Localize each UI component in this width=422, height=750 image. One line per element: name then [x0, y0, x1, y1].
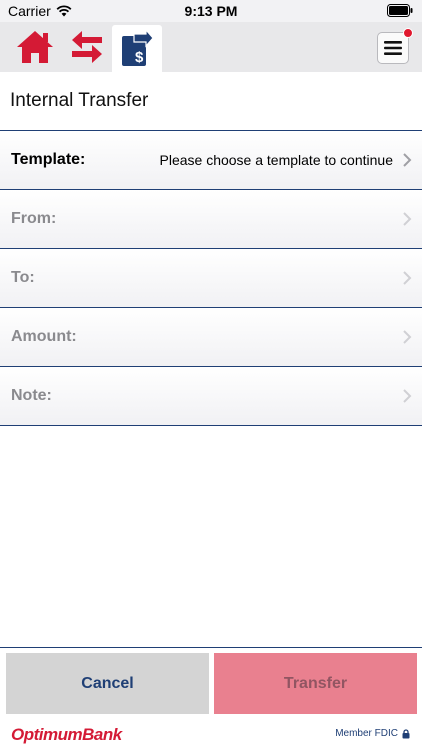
- template-label: Template:: [11, 151, 86, 168]
- home-icon: [17, 31, 53, 63]
- nav-home-button[interactable]: [12, 22, 58, 72]
- from-label: From:: [11, 210, 57, 227]
- chevron-right-icon: [403, 271, 412, 285]
- amount-label: Amount:: [11, 328, 77, 345]
- fdic-label: Member FDIC: [335, 728, 398, 739]
- from-row[interactable]: From:: [0, 190, 422, 249]
- to-label: To:: [11, 269, 35, 286]
- page-title: Internal Transfer: [10, 90, 149, 111]
- transfer-button[interactable]: Transfer: [214, 653, 417, 714]
- lock-icon: [402, 728, 410, 738]
- note-row[interactable]: Note:: [0, 367, 422, 426]
- chevron-right-icon: [403, 153, 412, 167]
- actions-divider: [0, 647, 422, 648]
- battery-icon: [387, 4, 413, 17]
- nav-internal-transfer-button[interactable]: $: [112, 25, 162, 72]
- hamburger-menu-icon: [384, 41, 402, 55]
- bank-logo: OptimumBank: [11, 725, 122, 744]
- template-value: Please choose a template to continue: [159, 152, 394, 168]
- template-row[interactable]: Template: Please choose a template to co…: [0, 131, 422, 190]
- footer: OptimumBank Member FDIC: [0, 719, 422, 750]
- menu-button[interactable]: [377, 28, 413, 64]
- fdic-notice: Member FDIC: [335, 728, 410, 739]
- chevron-right-icon: [403, 212, 412, 226]
- transfer-arrows-icon: [72, 31, 102, 63]
- chevron-right-icon: [403, 389, 412, 403]
- nav-transfer-button[interactable]: [64, 22, 110, 72]
- notification-dot: [403, 28, 413, 38]
- status-bar: Carrier 9:13 PM: [0, 0, 422, 22]
- internal-transfer-icon: $: [122, 29, 154, 66]
- status-time: 9:13 PM: [184, 3, 238, 19]
- note-label: Note:: [11, 387, 52, 404]
- chevron-right-icon: [403, 330, 412, 344]
- cancel-button[interactable]: Cancel: [6, 653, 209, 714]
- amount-row[interactable]: Amount:: [0, 308, 422, 367]
- nav-bar: $: [0, 22, 422, 72]
- svg-text:$: $: [135, 49, 144, 66]
- to-row[interactable]: To:: [0, 249, 422, 308]
